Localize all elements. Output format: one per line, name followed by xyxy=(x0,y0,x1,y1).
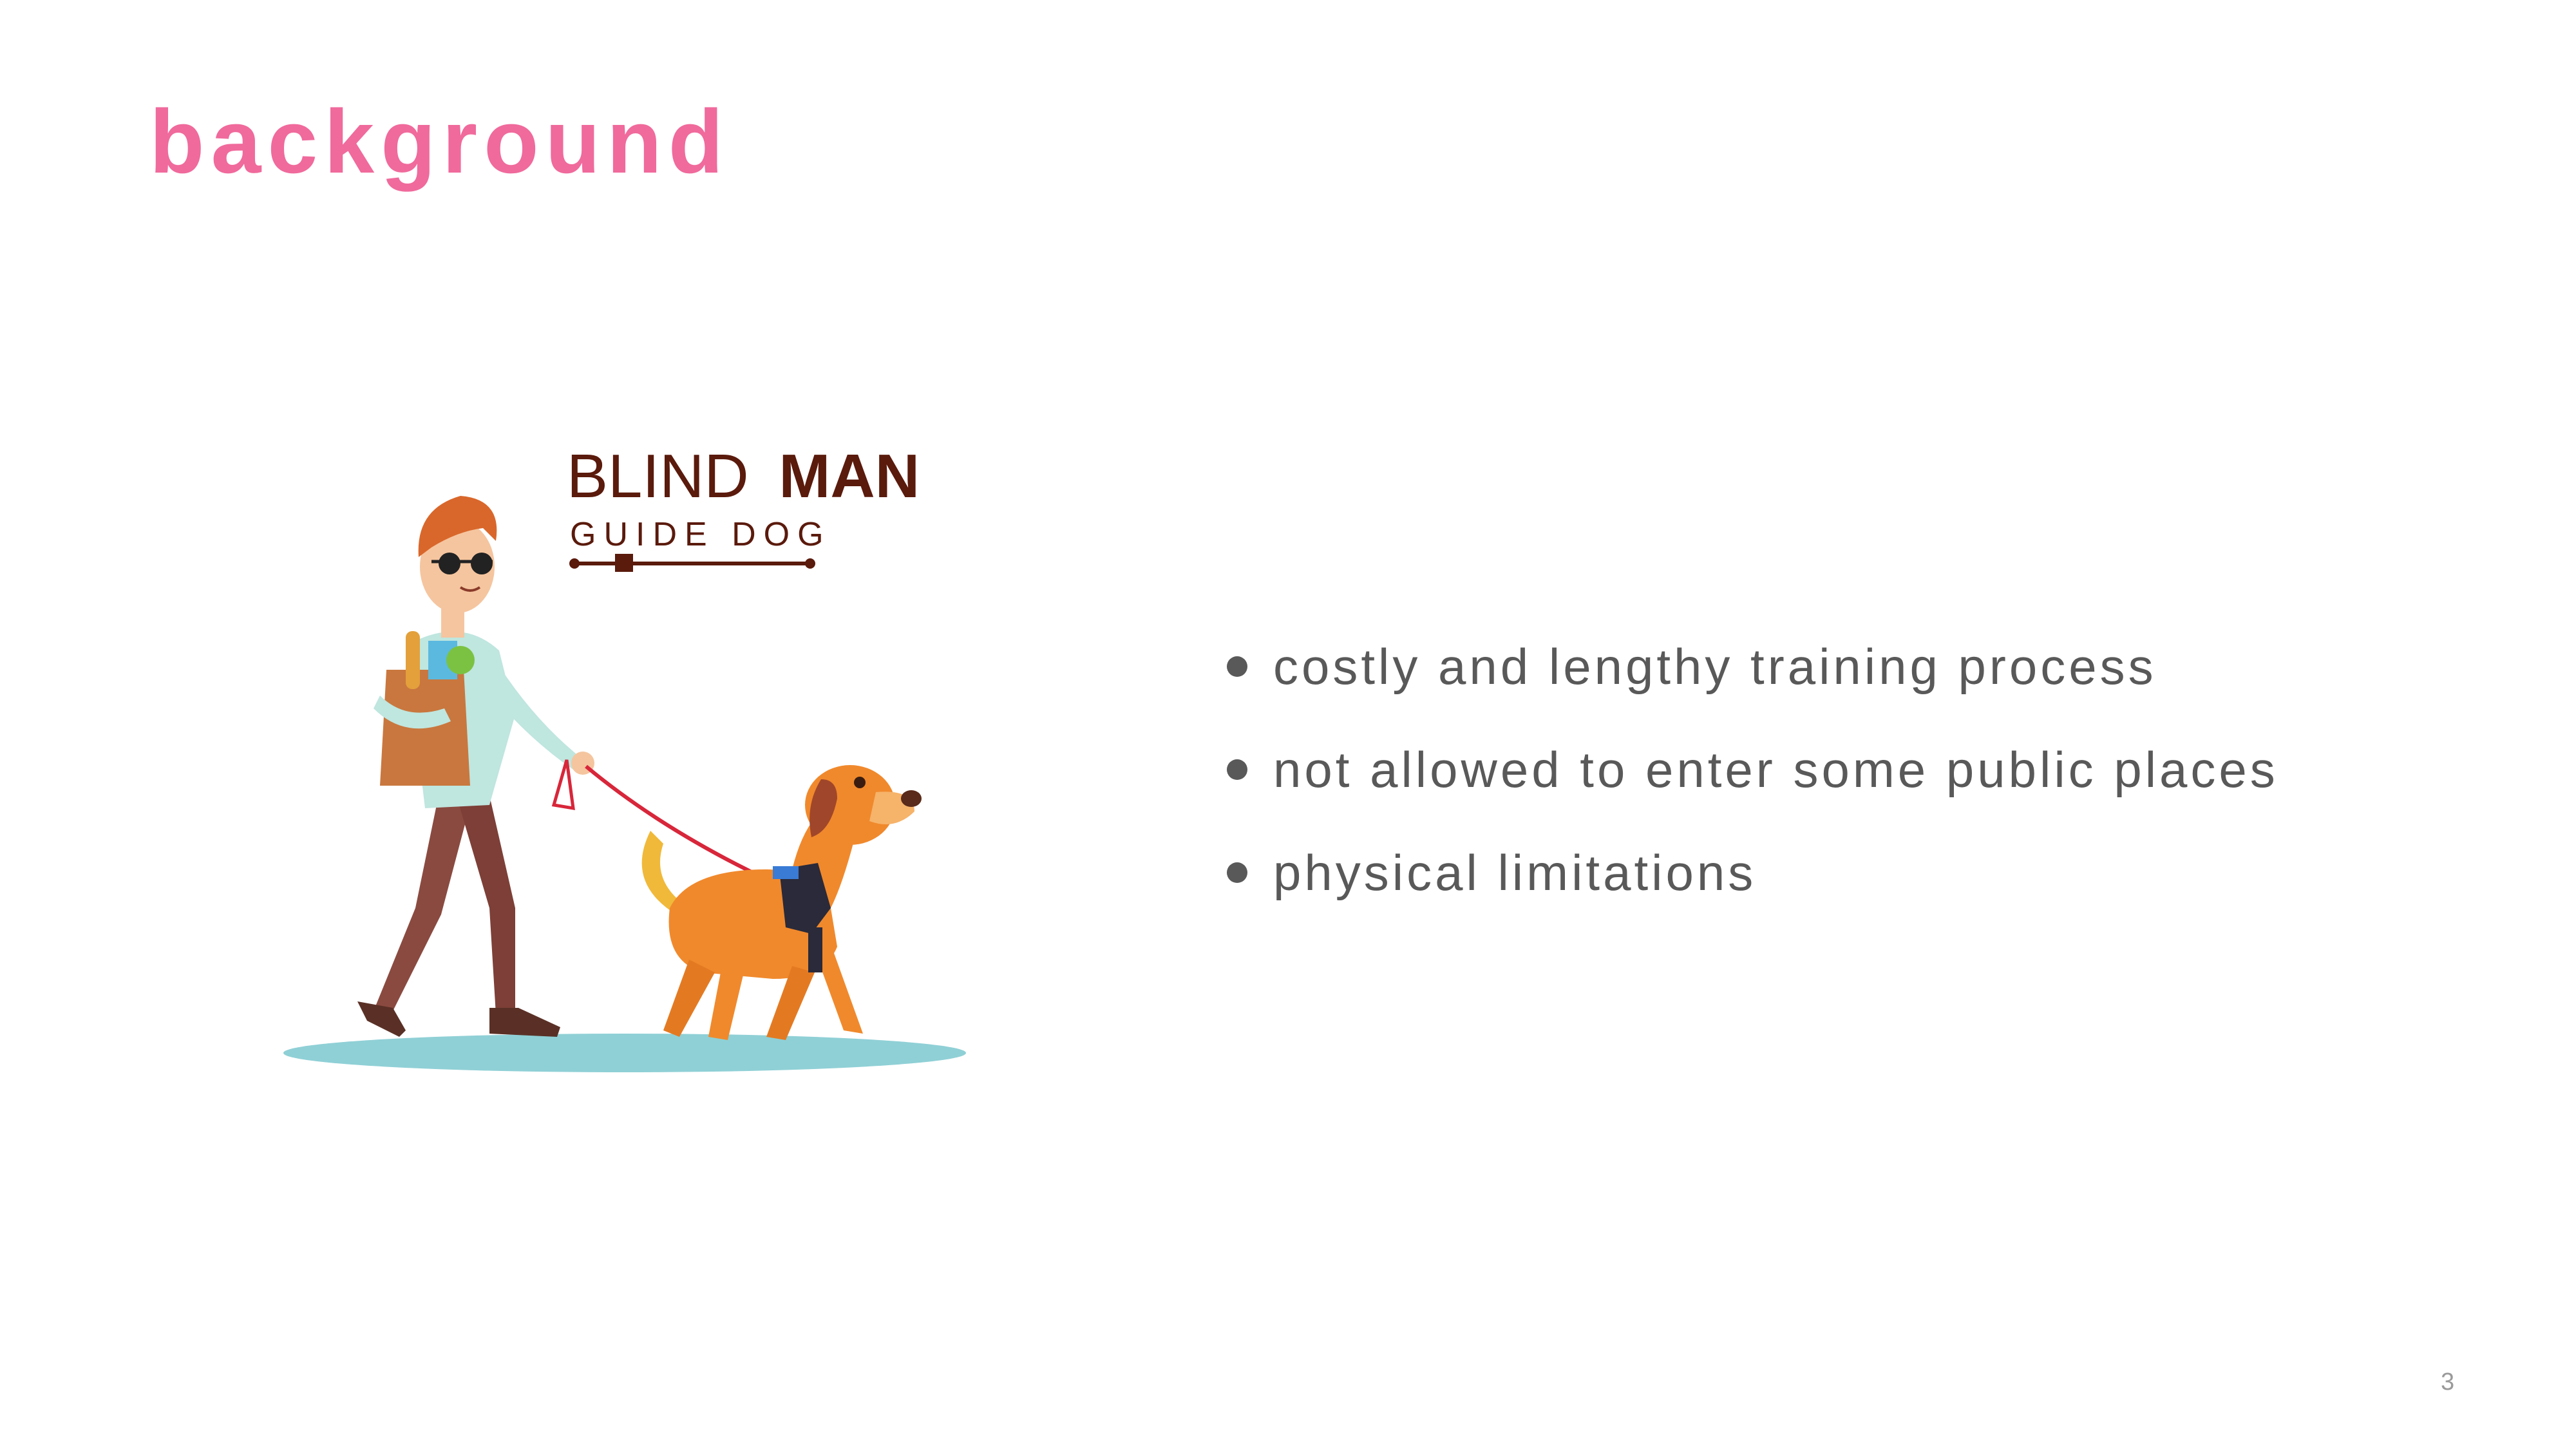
illustration-svg: BLIND MAN GUIDE DOG xyxy=(283,442,966,1072)
man-front-shoe xyxy=(489,1008,560,1037)
page-number: 3 xyxy=(2441,1368,2455,1396)
bullet-dot-icon xyxy=(1227,862,1247,883)
man-front-leg xyxy=(457,795,515,1014)
bullet-item: physical limitations xyxy=(1220,821,2476,924)
dog-back-leg-2 xyxy=(708,969,744,1040)
dog-back-leg-1 xyxy=(663,960,715,1037)
man-back-leg xyxy=(374,799,470,1018)
logo-slider-end xyxy=(805,558,815,569)
red-leash xyxy=(585,764,774,884)
bullet-list: costly and lengthy training process not … xyxy=(1220,615,2476,924)
slide-title: background xyxy=(149,91,730,192)
bullet-dot-icon xyxy=(1227,656,1247,677)
logo-slider-handle xyxy=(615,554,633,572)
guide-dog-illustration: BLIND MAN GUIDE DOG xyxy=(277,419,1005,1075)
logo-slider-start xyxy=(569,558,580,569)
bullet-text: physical limitations xyxy=(1273,844,1757,901)
logo-title: BLIND MAN xyxy=(567,442,920,511)
bullet-item: not allowed to enter some public places xyxy=(1220,718,2476,821)
dog-nose xyxy=(901,790,922,807)
slide: background BLIND MAN GUIDE DOG costly an… xyxy=(0,0,2576,1449)
bullet-item: costly and lengthy training process xyxy=(1220,615,2476,718)
harness-strap xyxy=(808,927,822,972)
ground-shadow xyxy=(283,1034,966,1072)
bullet-dot-icon xyxy=(1227,759,1247,780)
man-back-shoe xyxy=(357,1001,406,1037)
bread-icon xyxy=(406,631,420,689)
harness-tag xyxy=(773,866,799,879)
dog-front-leg-2 xyxy=(818,953,863,1034)
bullet-text: not allowed to enter some public places xyxy=(1273,741,2278,798)
sunglasses-right-lens xyxy=(471,553,493,574)
logo-subtitle: GUIDE DOG xyxy=(570,516,831,553)
bullet-text: costly and lengthy training process xyxy=(1273,638,2157,695)
dog-eye xyxy=(854,777,866,788)
vegetable-icon xyxy=(446,646,475,674)
sunglasses-left-lens xyxy=(439,553,460,574)
